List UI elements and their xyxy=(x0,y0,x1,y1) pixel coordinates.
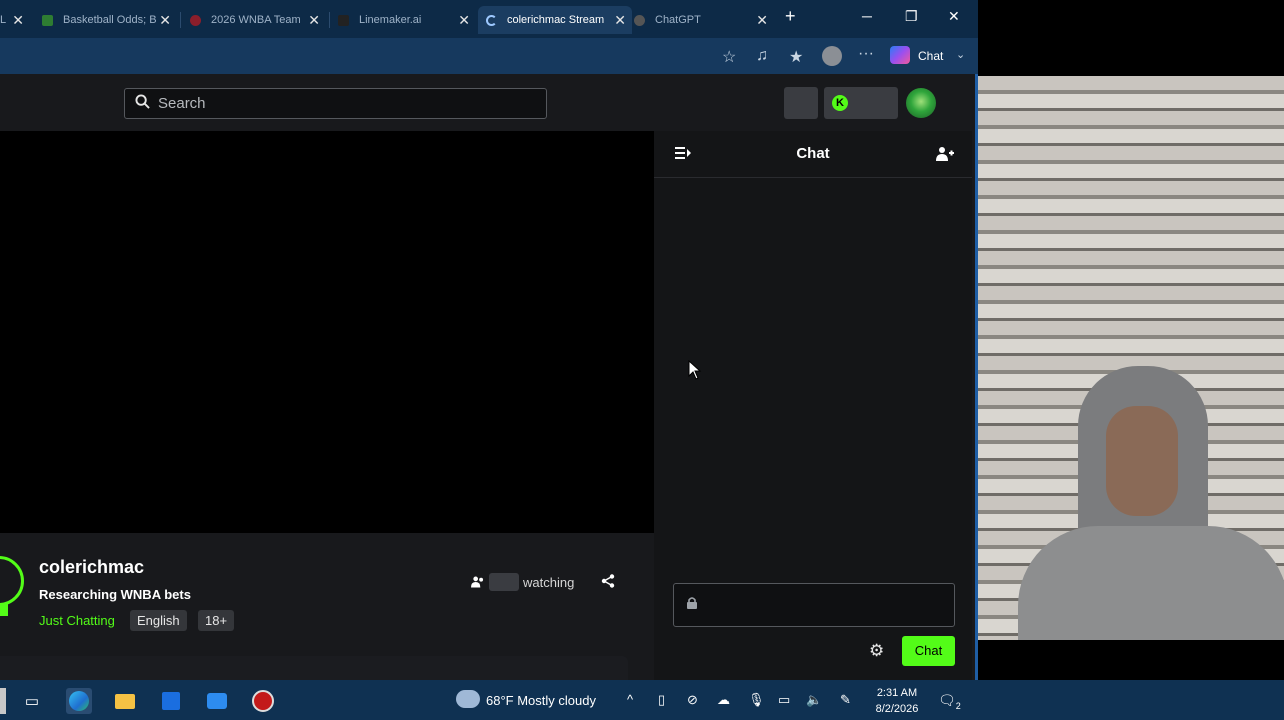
chat-message-input[interactable] xyxy=(673,583,955,627)
store-icon[interactable] xyxy=(158,688,184,714)
live-badge xyxy=(0,604,8,616)
favicon-icon xyxy=(42,14,53,26)
user-avatar[interactable] xyxy=(906,88,936,118)
tag-language[interactable]: English xyxy=(130,610,187,631)
microphone-icon[interactable]: 🎙 xyxy=(748,692,765,708)
webcam-feed xyxy=(978,76,1284,640)
restore-button[interactable]: ❐ xyxy=(905,8,918,25)
video-player[interactable] xyxy=(0,131,654,533)
close-icon[interactable]: ✕ xyxy=(12,12,24,29)
close-icon[interactable]: ✕ xyxy=(159,12,171,29)
watching-label: watching xyxy=(523,575,575,590)
onedrive-cloud-icon[interactable]: ☁ xyxy=(717,692,730,708)
tab-label: Linemaker.ai xyxy=(359,14,422,26)
close-icon[interactable]: ✕ xyxy=(614,12,626,29)
search-icon xyxy=(135,94,150,112)
battery-icon[interactable]: ▭ xyxy=(778,692,790,708)
copilot-icon[interactable] xyxy=(890,46,910,64)
profile-avatar[interactable] xyxy=(822,46,842,66)
close-icon[interactable]: ✕ xyxy=(458,12,470,29)
music-note-icon[interactable]: ♫ xyxy=(756,47,768,65)
chatgpt-favicon-icon xyxy=(634,14,645,26)
close-window-button[interactable]: ✕ xyxy=(948,8,960,25)
edge-browser-icon[interactable] xyxy=(66,688,92,714)
chevron-down-icon[interactable]: ⌄ xyxy=(956,48,965,61)
network-off-icon[interactable]: ⊘ xyxy=(687,692,698,708)
weather-cloud-icon[interactable] xyxy=(456,690,480,708)
chat-users-icon[interactable] xyxy=(936,146,954,165)
webcam-border-top xyxy=(978,0,1284,76)
header-button[interactable] xyxy=(784,87,818,119)
tray-app-icon[interactable]: ▯ xyxy=(658,692,665,708)
star-outline-icon[interactable]: ☆ xyxy=(722,47,736,67)
close-icon[interactable]: ✕ xyxy=(308,12,320,29)
notification-center-icon[interactable]: 🗨2 xyxy=(938,692,961,711)
tag-age[interactable]: 18+ xyxy=(198,610,235,631)
webcam-body xyxy=(1018,526,1284,640)
taskbar-clock[interactable]: 2:31 AM 8/2/2026 xyxy=(866,685,928,717)
lock-icon xyxy=(687,597,697,612)
loading-spinner-icon xyxy=(486,14,497,26)
tab-basketball-odds[interactable]: Basketball Odds; B ✕ xyxy=(38,6,177,34)
tab-label: ChatGPT xyxy=(655,14,701,26)
new-tab-button[interactable]: + xyxy=(785,6,796,27)
search-placeholder: Search xyxy=(158,95,206,112)
tab-colerichmac-stream[interactable]: colerichmac Stream ✕ xyxy=(478,6,632,34)
chat-title: Chat xyxy=(796,145,830,162)
tab-0[interactable]: L ✕ xyxy=(0,6,24,34)
browser-tab-strip: L ✕ Basketball Odds; B ✕ 2026 WNBA Team … xyxy=(0,0,978,38)
pen-icon[interactable]: ✎ xyxy=(840,692,851,708)
favicon-icon xyxy=(338,14,349,26)
stream-title: Researching WNBA bets xyxy=(39,587,191,602)
tab-linemaker[interactable]: Linemaker.ai ✕ xyxy=(334,6,476,34)
close-icon[interactable]: ✕ xyxy=(756,12,768,29)
below-player-bar xyxy=(0,656,628,680)
webcam-border-bottom xyxy=(978,640,1284,680)
file-explorer-icon[interactable] xyxy=(112,688,138,714)
weather-status[interactable]: 68°F Mostly cloudy xyxy=(486,693,596,708)
chat-send-button[interactable]: Chat xyxy=(902,636,955,666)
tab-label: Basketball Odds; B xyxy=(63,14,157,26)
chevron-up-icon[interactable]: ^ xyxy=(627,692,633,707)
viewers-icon xyxy=(471,575,485,592)
tab-label: 2026 WNBA Team xyxy=(211,14,301,26)
copilot-chat-label[interactable]: Chat xyxy=(918,49,943,63)
webcam-face xyxy=(1106,406,1178,516)
more-menu-icon[interactable]: ··· xyxy=(858,45,874,63)
minimize-button[interactable]: ─ xyxy=(862,8,872,24)
start-app-icon[interactable] xyxy=(0,688,6,714)
streamer-name[interactable]: colerichmac xyxy=(39,557,144,578)
recorder-icon[interactable] xyxy=(250,688,276,714)
share-icon[interactable] xyxy=(601,574,615,591)
tab-label: colerichmac Stream xyxy=(507,14,605,26)
task-view-icon[interactable]: ▭ xyxy=(19,688,45,714)
mail-icon[interactable] xyxy=(204,688,230,714)
notification-count: 2 xyxy=(955,700,961,711)
viewer-count-badge xyxy=(489,573,519,591)
category-link[interactable]: Just Chatting xyxy=(39,613,115,628)
tab-label: L xyxy=(0,14,7,26)
kick-logo-icon: K xyxy=(832,95,848,111)
clock-time: 2:31 AM xyxy=(876,687,918,699)
favicon-icon xyxy=(190,14,201,26)
clock-date: 8/2/2026 xyxy=(875,703,919,715)
tab-wnba-team[interactable]: 2026 WNBA Team ✕ xyxy=(186,6,326,34)
favorites-icon[interactable]: ★ xyxy=(789,47,803,67)
volume-icon[interactable]: 🔈 xyxy=(806,692,822,708)
chat-settings-gear-icon[interactable]: ⚙ xyxy=(869,641,884,661)
windows-taskbar xyxy=(0,680,1284,720)
tab-chatgpt[interactable]: ChatGPT ✕ xyxy=(630,6,774,34)
